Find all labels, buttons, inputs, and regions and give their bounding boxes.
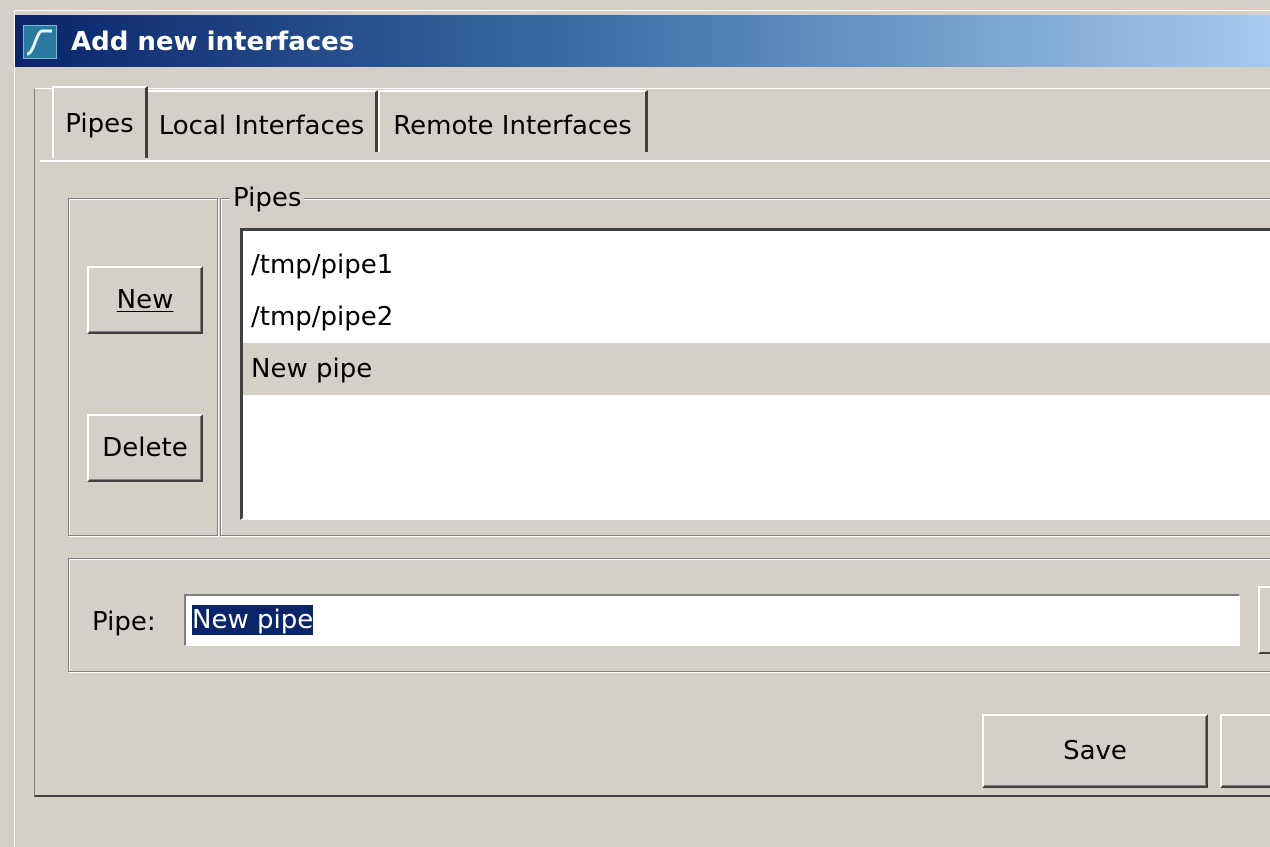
list-item-selected[interactable]: New pipe (243, 343, 1270, 395)
delete-button-label: Delete (102, 433, 188, 463)
title-bar[interactable]: Add new interfaces (15, 15, 1270, 67)
tab-strip-divider (40, 160, 1270, 162)
pipes-group-title: Pipes (230, 184, 305, 212)
pipe-field-label: Pipe: (92, 607, 156, 637)
browse-button[interactable] (1258, 586, 1270, 654)
close-button[interactable] (1220, 714, 1270, 788)
tab-page-pipes: New Delete Pipes /tmp/pipe1 /tmp/pipe2 N… (40, 162, 1270, 802)
list-item-label: /tmp/pipe2 (251, 302, 394, 332)
list-item-label: New pipe (251, 354, 373, 384)
tab-remote-interfaces-label: Remote Interfaces (393, 111, 632, 141)
window-title: Add new interfaces (71, 27, 355, 57)
pipes-list[interactable]: /tmp/pipe1 /tmp/pipe2 New pipe (240, 228, 1270, 520)
new-button-label: New (116, 285, 174, 315)
pipe-actions-group (68, 198, 218, 536)
list-item[interactable]: /tmp/pipe2 (243, 291, 1270, 343)
save-button-label: Save (1063, 736, 1127, 766)
list-item[interactable]: /tmp/pipe1 (243, 239, 1270, 291)
pipe-input-selected-text: New pipe (192, 605, 314, 635)
list-item-label: /tmp/pipe1 (251, 250, 394, 280)
save-button[interactable]: Save (982, 714, 1208, 788)
tab-remote-interfaces[interactable]: Remote Interfaces (378, 90, 648, 152)
tab-local-interfaces-label: Local Interfaces (158, 111, 365, 141)
wireshark-fin-icon (23, 25, 57, 59)
new-button[interactable]: New (87, 266, 203, 334)
pipe-input[interactable]: New pipe (184, 594, 1240, 646)
tab-pipes-label: Pipes (65, 109, 134, 139)
tab-pipes[interactable]: Pipes (52, 86, 148, 158)
delete-button[interactable]: Delete (87, 414, 203, 482)
tab-local-interfaces[interactable]: Local Interfaces (146, 90, 378, 152)
